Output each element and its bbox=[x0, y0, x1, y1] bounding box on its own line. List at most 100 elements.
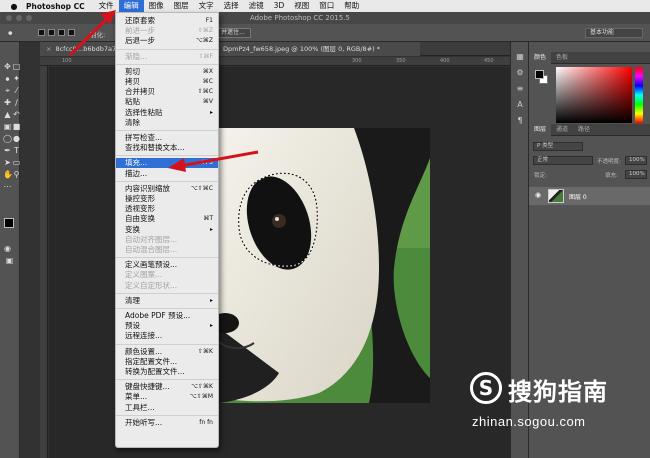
edit-menu-item[interactable]: 查找和替换文本... bbox=[116, 143, 218, 153]
brush-panel-icon[interactable]: ≡ bbox=[515, 84, 525, 94]
eyedropper-tool-icon[interactable]: ⁄ bbox=[12, 86, 21, 95]
window-controls[interactable] bbox=[6, 15, 32, 21]
edit-menu-item[interactable]: 定义图案... bbox=[116, 270, 218, 280]
close-window-button[interactable] bbox=[6, 15, 12, 21]
layer-name[interactable]: 图层 0 bbox=[569, 192, 587, 201]
edit-menu-item[interactable]: 定义自定形状... bbox=[116, 281, 218, 291]
path-select-tool-icon[interactable]: ➤ bbox=[3, 158, 12, 167]
lasso-tool-preset-icon[interactable]: ⦁ bbox=[8, 28, 20, 38]
edit-menu-item[interactable]: 粘贴 ⌘V bbox=[116, 97, 218, 107]
menu-filter[interactable]: 滤镜 bbox=[244, 0, 269, 12]
edit-menu-item[interactable]: 描边... bbox=[116, 169, 218, 179]
select-and-mask-button[interactable]: 并遮住... bbox=[215, 28, 251, 38]
subtract-selection-icon[interactable] bbox=[58, 29, 65, 36]
screen-mode-icon[interactable]: ▣ bbox=[5, 256, 14, 265]
edit-menu-item[interactable]: Adobe PDF 预设... bbox=[116, 311, 218, 321]
menu-3d[interactable]: 3D bbox=[269, 0, 290, 12]
document-tab[interactable]: × 8cfcc9…b6bdb7a7 DpmPz4_fw658.jpeg @ 100%… bbox=[40, 42, 420, 56]
zoom-window-button[interactable] bbox=[26, 15, 32, 21]
history-brush-tool-icon[interactable]: ↶ bbox=[12, 110, 21, 119]
color-swatches[interactable] bbox=[4, 218, 20, 234]
color-picker-field[interactable] bbox=[556, 67, 632, 123]
edit-menu-item[interactable]: 渐隐... ⇧⌘F bbox=[116, 52, 218, 62]
shape-tool-icon[interactable]: ▭ bbox=[12, 158, 21, 167]
foreground-color[interactable] bbox=[4, 218, 14, 228]
eraser-tool-icon[interactable]: ▣ bbox=[3, 122, 12, 131]
pen-tool-icon[interactable]: ✒ bbox=[3, 146, 12, 155]
blur-tool-icon[interactable]: ◯ bbox=[3, 134, 12, 143]
move-tool-icon[interactable]: ✥ bbox=[3, 62, 12, 71]
menu-select[interactable]: 选择 bbox=[219, 0, 244, 12]
edit-menu-item[interactable]: 内容识别缩放 ⌥⇧⌘C bbox=[116, 184, 218, 194]
apple-icon[interactable]: ● bbox=[8, 2, 20, 11]
tab-layers[interactable]: 图层 bbox=[529, 124, 552, 136]
edit-menu-item[interactable]: 远程连接... bbox=[116, 331, 218, 341]
edit-menu-item[interactable]: 菜单... ⌥⇧⌘M bbox=[116, 392, 218, 402]
more-tools-icon[interactable]: ⋯ bbox=[3, 182, 12, 191]
zoom-tool-icon[interactable]: ⚲ bbox=[12, 170, 21, 179]
blend-mode-select[interactable]: 正常 bbox=[533, 156, 593, 165]
edit-menu-item[interactable]: 清理 ▸ bbox=[116, 296, 218, 306]
menu-type[interactable]: 文字 bbox=[194, 0, 219, 12]
menu-image[interactable]: 图像 bbox=[144, 0, 169, 12]
edit-menu-item[interactable]: 定义画笔预设... bbox=[116, 260, 218, 270]
edit-menu-item[interactable]: 拼写检查... bbox=[116, 133, 218, 143]
edit-menu-item[interactable]: 自由变换 ⌘T bbox=[116, 214, 218, 224]
edit-menu-item[interactable]: 预设 ▸ bbox=[116, 321, 218, 331]
tab-color[interactable]: 颜色 bbox=[529, 52, 552, 64]
intersect-selection-icon[interactable] bbox=[68, 29, 75, 36]
clone-stamp-tool-icon[interactable]: ▲ bbox=[3, 110, 12, 119]
menu-view[interactable]: 视图 bbox=[289, 0, 314, 12]
type-tool-icon[interactable]: T bbox=[12, 146, 21, 155]
minimize-window-button[interactable] bbox=[16, 15, 22, 21]
quick-mask-icon[interactable]: ◉ bbox=[3, 244, 12, 253]
fill-field[interactable]: 100% bbox=[625, 170, 647, 179]
menu-file[interactable]: 文件 bbox=[94, 0, 119, 12]
menu-layer[interactable]: 图层 bbox=[169, 0, 194, 12]
edit-menu-item[interactable]: 清除 bbox=[116, 118, 218, 128]
eye-icon[interactable]: ◉ bbox=[535, 191, 541, 199]
close-tab-icon[interactable]: × bbox=[46, 45, 51, 53]
healing-brush-tool-icon[interactable]: ✚ bbox=[3, 98, 12, 107]
dodge-tool-icon[interactable]: ● bbox=[12, 134, 21, 143]
edit-menu-item[interactable]: 转换为配置文件... bbox=[116, 367, 218, 377]
edit-menu-item[interactable]: 指定配置文件... bbox=[116, 357, 218, 367]
character-panel-icon[interactable]: A bbox=[515, 100, 525, 110]
edit-menu-item[interactable]: 自动混合图层... bbox=[116, 245, 218, 255]
hand-tool-icon[interactable]: ✋ bbox=[3, 170, 13, 179]
edit-menu-item[interactable]: 选择性粘贴 ▸ bbox=[116, 108, 218, 118]
quick-select-tool-icon[interactable]: ✦ bbox=[12, 74, 21, 83]
edit-menu-item[interactable]: 还原套索 F1 bbox=[116, 16, 218, 26]
new-selection-icon[interactable] bbox=[38, 29, 45, 36]
edit-menu-item[interactable]: 后退一步 ⌥⌘Z bbox=[116, 36, 218, 46]
tab-swatches[interactable]: 色板 bbox=[551, 54, 573, 61]
layer-kind-filter[interactable]: P 类型 bbox=[533, 142, 583, 151]
workspace-select[interactable]: 基本功能 bbox=[585, 28, 643, 38]
menu-window[interactable]: 窗口 bbox=[314, 0, 339, 12]
edit-menu-item[interactable]: 键盘快捷键... ⌥⇧⌘K bbox=[116, 382, 218, 392]
history-panel-icon[interactable]: ▦ bbox=[515, 52, 525, 62]
edit-menu-item[interactable]: 自动对齐图层... bbox=[116, 235, 218, 245]
vertical-ruler[interactable] bbox=[40, 66, 48, 458]
edit-menu-item[interactable]: 拷贝 ⌘C bbox=[116, 77, 218, 87]
marquee-tool-icon[interactable]: □ bbox=[12, 62, 21, 71]
edit-menu-item[interactable]: 前进一步 ⇧⌘Z bbox=[116, 26, 218, 36]
edit-menu-item[interactable]: 透视变形 bbox=[116, 204, 218, 214]
menu-edit[interactable]: 编辑 bbox=[118, 0, 144, 12]
edit-menu-item[interactable]: 剪切 ⌘X bbox=[116, 67, 218, 77]
menu-help[interactable]: 帮助 bbox=[339, 0, 364, 12]
edit-menu-item[interactable]: 工具栏... bbox=[116, 403, 218, 413]
crop-tool-icon[interactable]: ⌖ bbox=[3, 86, 12, 95]
panel-foreground-color[interactable] bbox=[535, 70, 544, 79]
paragraph-panel-icon[interactable]: ¶ bbox=[515, 116, 525, 126]
tab-paths[interactable]: 路径 bbox=[573, 126, 595, 133]
horizontal-ruler[interactable]: 100 300 350 400 450 bbox=[40, 57, 520, 66]
edit-menu-item[interactable]: 填充... ⇧F5 bbox=[116, 158, 218, 169]
layer-row[interactable]: ◉ 图层 0 bbox=[529, 187, 650, 205]
app-menu[interactable]: Photoshop CC bbox=[26, 2, 85, 11]
hue-slider[interactable] bbox=[635, 67, 643, 123]
properties-panel-icon[interactable]: ⚙ bbox=[515, 68, 525, 78]
panda-photo[interactable] bbox=[219, 128, 430, 403]
add-selection-icon[interactable] bbox=[48, 29, 55, 36]
tab-channels[interactable]: 通道 bbox=[551, 126, 573, 133]
